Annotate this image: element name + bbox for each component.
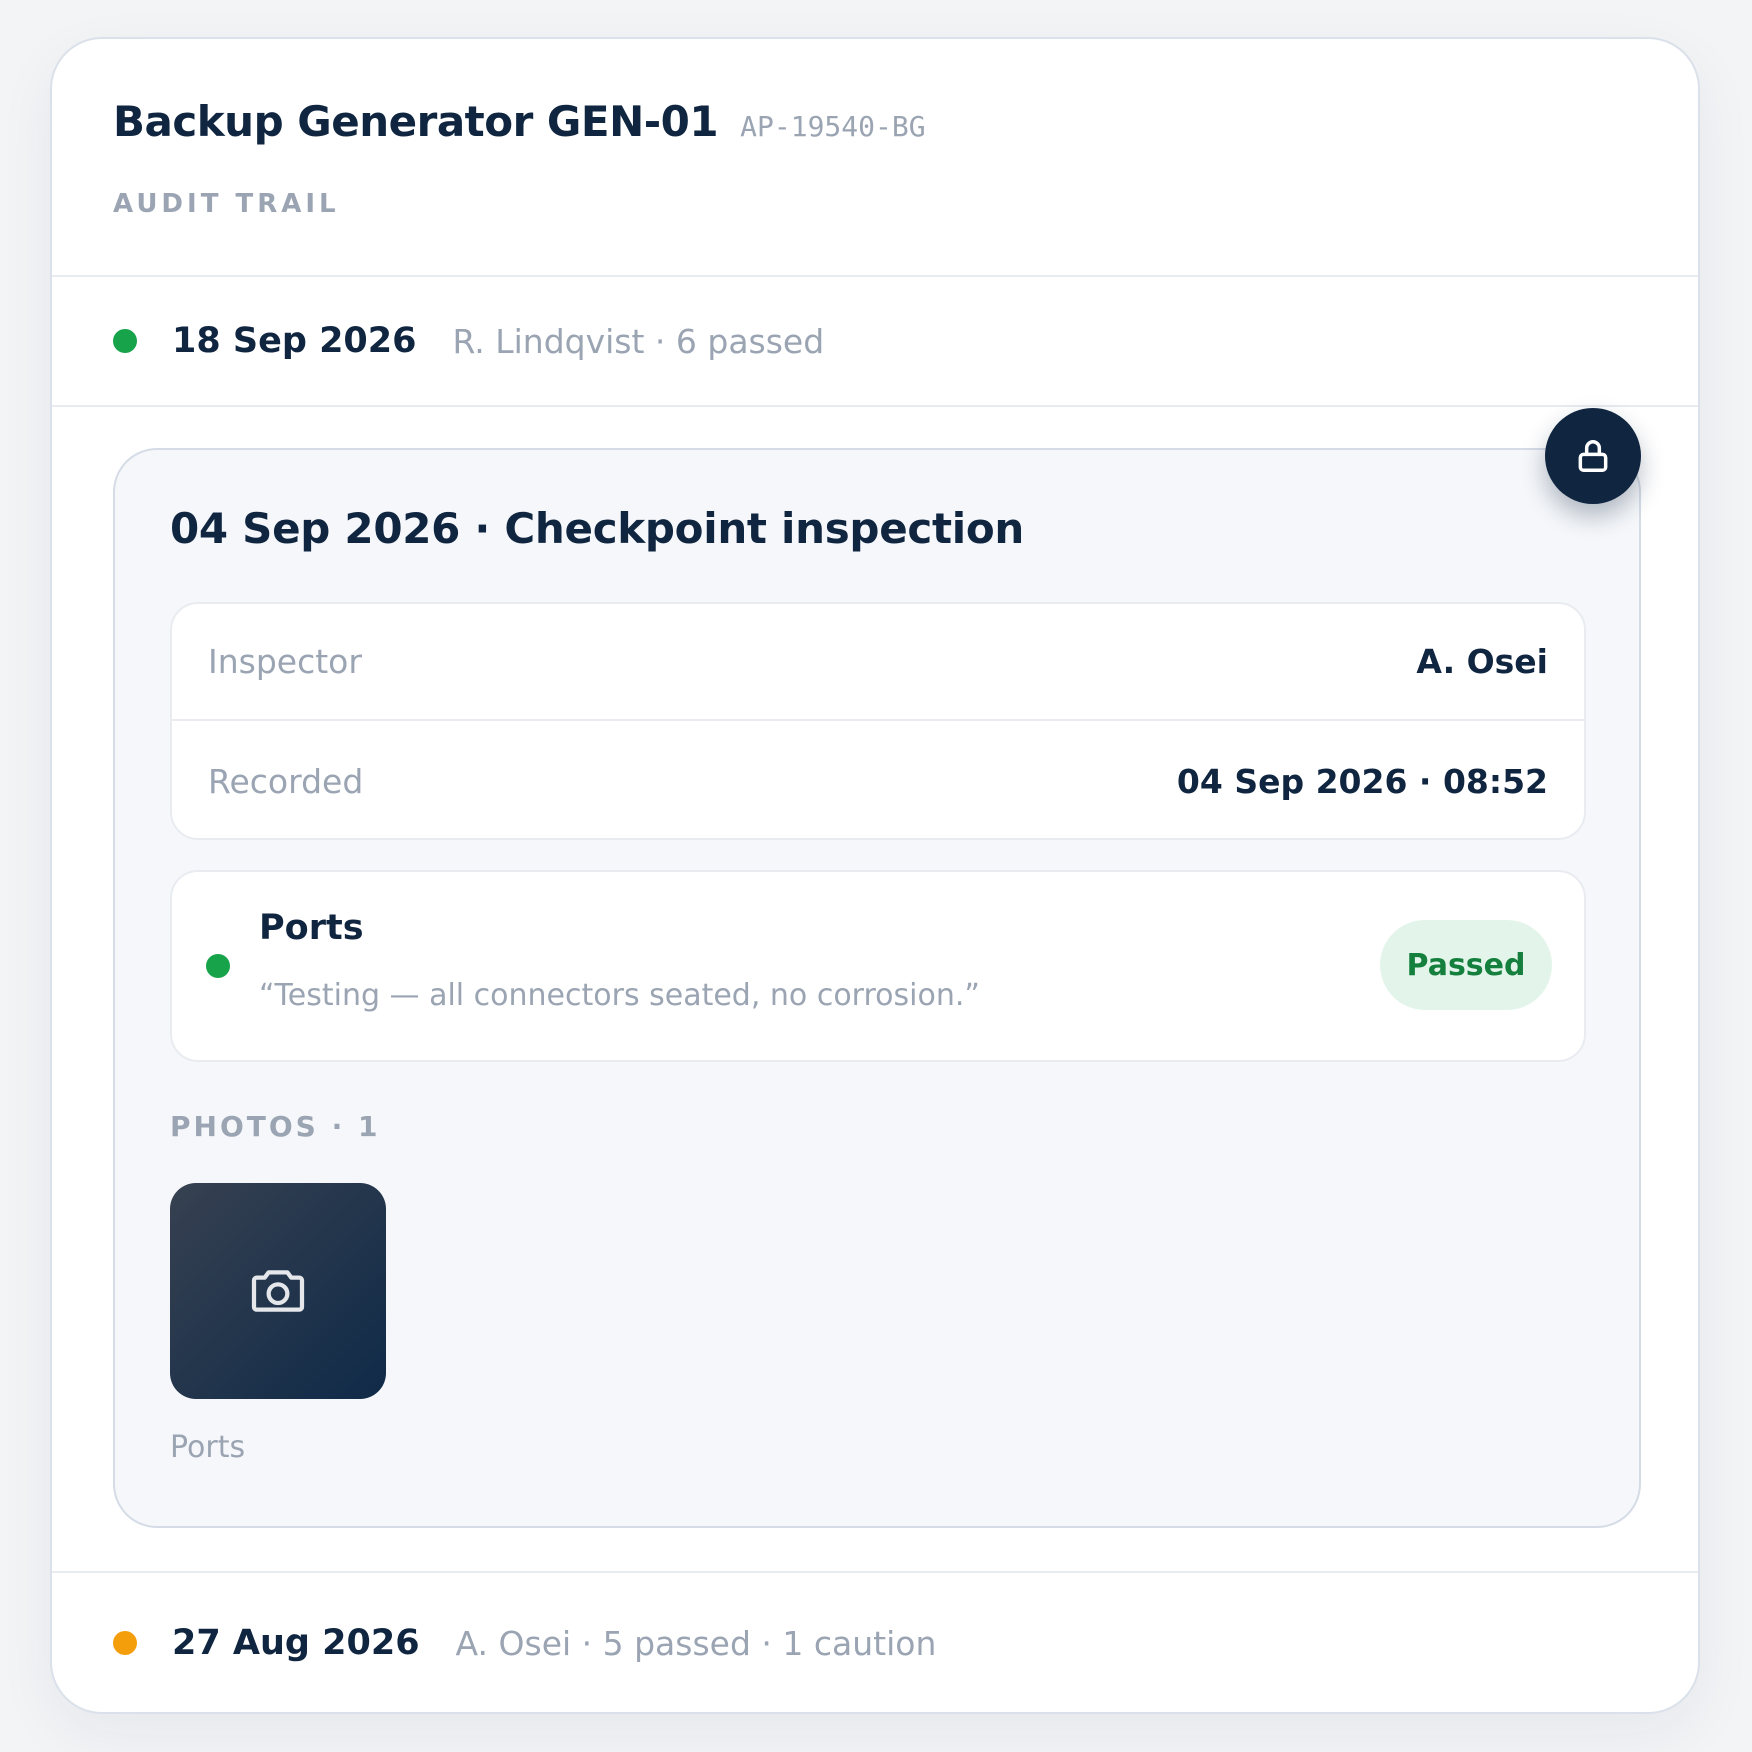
- checkpoint-item: Ports “Testing — all connectors seated, …: [170, 870, 1586, 1062]
- status-dot-passed: [206, 954, 230, 978]
- checkpoint-name: Ports: [259, 908, 364, 948]
- field-label: Inspector: [208, 642, 362, 681]
- lock-button[interactable]: [1545, 408, 1641, 504]
- field-row-recorded: Recorded 04 Sep 2026 · 08:52: [172, 723, 1584, 840]
- inspection-detail-panel: 04 Sep 2026 · Checkpoint inspection Insp…: [113, 408, 1641, 1528]
- field-row-inspector: Inspector A. Osei: [172, 604, 1584, 721]
- inspection-fields: Inspector A. Osei Recorded 04 Sep 2026 ·…: [170, 602, 1586, 840]
- field-label: Recorded: [208, 762, 364, 801]
- entry-meta: R. Lindqvist · 6 passed: [452, 321, 825, 361]
- entry-date: 27 Aug 2026: [172, 1623, 420, 1663]
- photo-thumbnail[interactable]: [170, 1183, 386, 1399]
- audit-entry[interactable]: 27 Aug 2026 A. Osei · 5 passed · 1 cauti…: [52, 1571, 1698, 1712]
- inspection-title: 04 Sep 2026 · Checkpoint inspection: [170, 504, 1025, 553]
- asset-title: Backup Generator GEN-01: [113, 97, 719, 146]
- photos-label: PHOTOS · 1: [170, 1110, 381, 1143]
- camera-icon: [251, 1270, 305, 1312]
- field-value: A. Osei: [1416, 642, 1548, 681]
- lock-icon: [1578, 440, 1608, 472]
- asset-id: AP-19540-BG: [740, 110, 926, 143]
- section-label: AUDIT TRAIL: [113, 189, 340, 219]
- title-row: Backup Generator GEN-01 AP-19540-BG: [113, 97, 926, 146]
- audit-trail-card: Backup Generator GEN-01 AP-19540-BG AUDI…: [50, 37, 1700, 1714]
- status-dot-caution: [113, 1631, 137, 1655]
- card-header: Backup Generator GEN-01 AP-19540-BG AUDI…: [52, 39, 1698, 277]
- status-badge: Passed: [1380, 920, 1552, 1010]
- audit-entry[interactable]: 18 Sep 2026 R. Lindqvist · 6 passed: [52, 277, 1698, 407]
- status-dot-passed: [113, 329, 137, 353]
- checkpoint-note: “Testing — all connectors seated, no cor…: [259, 978, 980, 1013]
- field-value: 04 Sep 2026 · 08:52: [1176, 762, 1548, 801]
- entry-date: 18 Sep 2026: [172, 321, 417, 361]
- photo-caption: Ports: [170, 1430, 246, 1465]
- entry-meta: A. Osei · 5 passed · 1 caution: [455, 1623, 937, 1663]
